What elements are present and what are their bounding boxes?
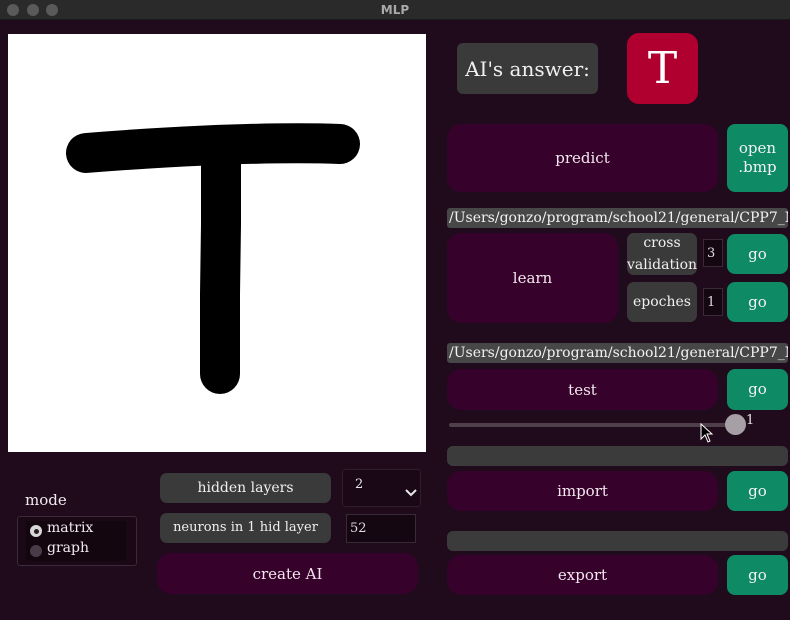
graph-radio-label[interactable]: graph: [47, 540, 89, 556]
mode-label: mode: [25, 491, 67, 509]
export-button[interactable]: export: [447, 555, 718, 595]
create-ai-button[interactable]: create AI: [157, 553, 418, 594]
test-sample-slider-handle[interactable]: [725, 414, 746, 435]
epoches-go-button[interactable]: go: [727, 282, 788, 322]
export-path-field[interactable]: [447, 531, 788, 551]
chevron-down-icon[interactable]: [404, 483, 418, 497]
test-sample-slider-track[interactable]: [449, 423, 739, 427]
drawing-canvas[interactable]: [8, 34, 426, 452]
hidden-layers-label: hidden layers: [160, 473, 331, 503]
cross-validation-input[interactable]: 3: [703, 239, 723, 267]
mouse-cursor-icon: [700, 422, 714, 443]
test-dataset-path[interactable]: /Users/gonzo/program/school21/general/CP…: [447, 343, 788, 363]
epoches-button[interactable]: epoches: [627, 282, 697, 322]
import-go-button[interactable]: go: [727, 471, 788, 511]
neurons-input[interactable]: 52: [346, 514, 416, 543]
predict-button[interactable]: predict: [447, 124, 718, 192]
epoches-input[interactable]: 1: [703, 288, 723, 316]
matrix-radio[interactable]: [30, 525, 42, 537]
slider-value-label: 1: [746, 413, 755, 428]
import-button[interactable]: import: [447, 471, 718, 511]
test-go-button[interactable]: go: [727, 369, 788, 410]
export-go-button[interactable]: go: [727, 555, 788, 595]
test-button[interactable]: test: [447, 369, 718, 410]
drawn-letter-strokes: [66, 123, 360, 394]
cross-validation-button[interactable]: cross validation: [627, 233, 697, 275]
ai-answer-label: AI's answer:: [457, 43, 598, 94]
window-title: MLP: [380, 3, 410, 17]
ai-answer-badge: T: [627, 33, 698, 104]
graph-radio[interactable]: [30, 545, 42, 557]
import-path-field[interactable]: [447, 446, 788, 466]
learn-button[interactable]: learn: [447, 233, 618, 323]
neurons-label: neurons in 1 hid layer: [160, 513, 331, 543]
matrix-radio-label[interactable]: matrix: [47, 520, 93, 536]
open-bmp-button[interactable]: open .bmp: [727, 124, 788, 192]
hidden-layers-value: 2: [355, 477, 364, 492]
learn-dataset-path[interactable]: /Users/gonzo/program/school21/general/CP…: [447, 208, 788, 228]
cross-validation-go-button[interactable]: go: [727, 234, 788, 274]
